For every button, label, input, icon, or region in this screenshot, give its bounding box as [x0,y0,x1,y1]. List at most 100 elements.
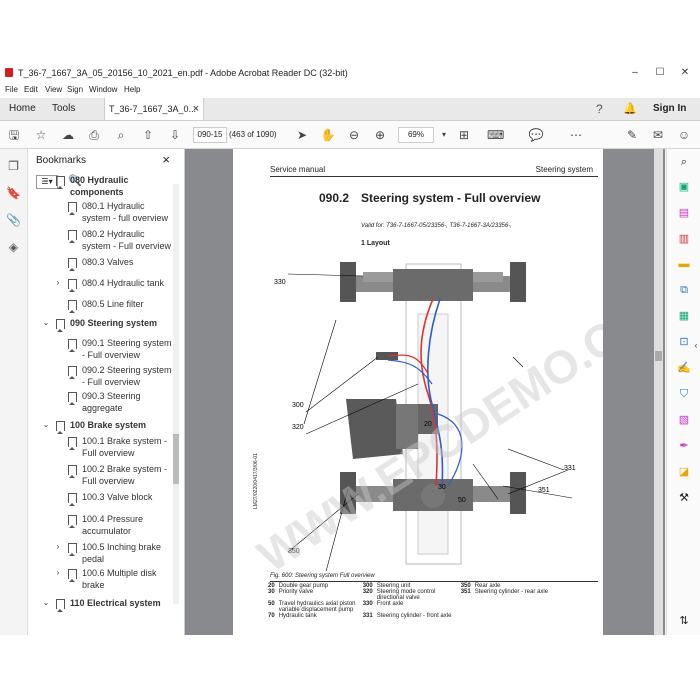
zoom-level-input[interactable]: 69% [398,127,434,143]
close-panel-icon[interactable]: × [162,152,170,167]
customize-rail-icon[interactable]: ⇅ [677,614,691,628]
close-tab-icon[interactable]: × [193,98,199,120]
bookmark-icon [68,569,77,582]
collapse-chevron-icon[interactable]: ⌄ [42,174,50,186]
sign-pen-icon[interactable]: ✎ [624,127,640,143]
sign-in-button[interactable]: Sign In [653,98,686,120]
collapse-chevron-icon[interactable]: ⌄ [42,419,50,431]
legend-number: 70 [268,613,275,619]
menu-view[interactable]: View [45,85,62,94]
page-fit-icon[interactable]: ⊞ [456,127,472,143]
create-pdf-icon[interactable]: ▥ [677,232,691,246]
expand-chevron-icon[interactable]: › [54,567,62,579]
attachments-icon[interactable]: 📎 [6,213,21,228]
zoom-level-value: 69% [407,130,424,139]
send-for-comments-icon[interactable]: ◪ [677,465,691,479]
more-tools-rail-icon[interactable]: ⚒ [677,491,691,505]
request-signature-icon[interactable]: ✒ [677,439,691,453]
callout-351: 351 [538,487,550,494]
page-thumbnails-icon[interactable]: ❐ [6,159,21,174]
star-icon[interactable]: ☆ [33,127,49,143]
comment-icon[interactable]: 💬 [528,127,544,143]
minimize-button[interactable]: – [624,65,646,81]
bookmark-icon [68,202,77,215]
bookmark-label: 100.6 Multiple disk brake [82,568,157,590]
legend-description: Steering mode control directional valve [376,589,436,601]
bookmark-icon [56,599,65,612]
protect-icon[interactable]: ⛉ [677,387,691,401]
more-tools-icon[interactable]: ⋯ [568,127,584,143]
maximize-button[interactable]: ☐ [649,65,671,81]
menu-window[interactable]: Window [89,85,117,94]
previous-page-icon[interactable]: ⇧ [140,127,156,143]
zoom-out-icon[interactable]: ⊖ [346,127,362,143]
document-scrollbar-thumb[interactable] [655,351,662,361]
legend-description: Steering cylinder - rear axle [474,589,549,595]
collapse-chevron-icon[interactable]: ⌄ [42,597,50,609]
collapse-chevron-icon[interactable]: ⌄ [42,317,50,329]
zoom-dropdown-icon[interactable]: ▾ [436,127,452,143]
zoom-in-icon[interactable]: ⊕ [372,127,388,143]
bookmark-icon [68,465,77,478]
menu-edit[interactable]: Edit [24,85,38,94]
keyboard-icon[interactable]: ⌨ [487,127,504,143]
legend-description: Priority valve [278,589,314,595]
next-page-icon[interactable]: ⇩ [167,127,183,143]
callout-330: 330 [274,279,286,286]
layers-icon[interactable]: ◈ [6,240,21,255]
account-icon[interactable]: ☺ [676,127,692,143]
page-number-input[interactable]: 090-15 [193,127,227,143]
cloud-upload-icon[interactable]: ☁ [60,127,76,143]
bookmarks-icon[interactable]: 🔖 [6,186,21,201]
menu-file[interactable]: File [5,85,18,94]
hand-tool-icon[interactable]: ✋ [320,127,336,143]
comment-tool-icon[interactable]: ▬ [677,257,691,271]
tab-tools[interactable]: Tools [52,98,75,120]
bookmark-icon [68,543,77,556]
bookmark-label: 090 Steering system [70,318,158,328]
legend-number: 331 [362,613,373,619]
tab-home[interactable]: Home [9,98,36,120]
legend-description: Steering cylinder - front axle [376,613,452,619]
save-icon[interactable]: 🖫 [6,127,22,143]
export-pdf-icon[interactable]: ▣ [677,180,691,194]
section-number: 090.2 [319,191,350,205]
zoom-search-icon[interactable]: ⌕ [113,127,129,143]
menu-help[interactable]: Help [124,85,140,94]
fill-sign-icon[interactable]: ✍ [677,361,691,375]
bookmark-icon [68,515,77,528]
legend-description [473,601,550,613]
tab-document[interactable]: T_36-7_1667_3A_0... × [104,98,204,120]
collapse-rail-icon[interactable]: ‹ [689,339,700,353]
bookmark-label: 080.3 Valves [82,257,134,267]
legend-number: 30 [268,589,275,595]
bookmarks-scrollbar-track[interactable] [173,184,179,604]
close-window-button[interactable]: ✕ [674,65,696,81]
callout-50: 50 [458,497,466,504]
edit-pdf-icon[interactable]: ▦ [677,309,691,323]
mail-icon[interactable]: ✉ [650,127,666,143]
expand-chevron-icon[interactable]: › [54,541,62,553]
search-tool-icon[interactable]: ⌕ [677,155,691,169]
document-scrollbar[interactable] [654,149,663,635]
bookmark-label: 100 Brake system [70,420,147,430]
select-cursor-icon[interactable]: ➤ [294,127,310,143]
legend-number: 320 [362,589,373,595]
help-icon[interactable]: ? [596,98,603,120]
print-icon[interactable]: ⎙ [86,127,102,143]
bookmark-icon [68,300,77,313]
legend-row: 30 Priority valve 320 Steering mode control… [266,589,550,601]
legend-description: Front axle [376,601,404,607]
bookmarks-scrollbar-thumb[interactable] [173,434,179,484]
legend-description: Travel hydraulics axial piston variable … [278,601,356,613]
combine-files-icon[interactable]: ⧉ [677,283,691,297]
expand-chevron-icon[interactable]: › [54,277,62,289]
redact-icon[interactable]: ▧ [677,413,691,427]
bookmark-label: 090.2 Steering system - Full overview [82,365,172,387]
menu-sign[interactable]: Sign [67,85,83,94]
organize-pages-icon[interactable]: ▤ [677,206,691,220]
legend-row: 70 Hydraulic tank 331 Steering cylinder - f… [266,613,550,619]
bell-icon[interactable]: 🔔 [623,98,637,120]
bookmark-label: 100.2 Brake system - Full overview [82,464,168,486]
callout-320: 320 [292,424,304,431]
